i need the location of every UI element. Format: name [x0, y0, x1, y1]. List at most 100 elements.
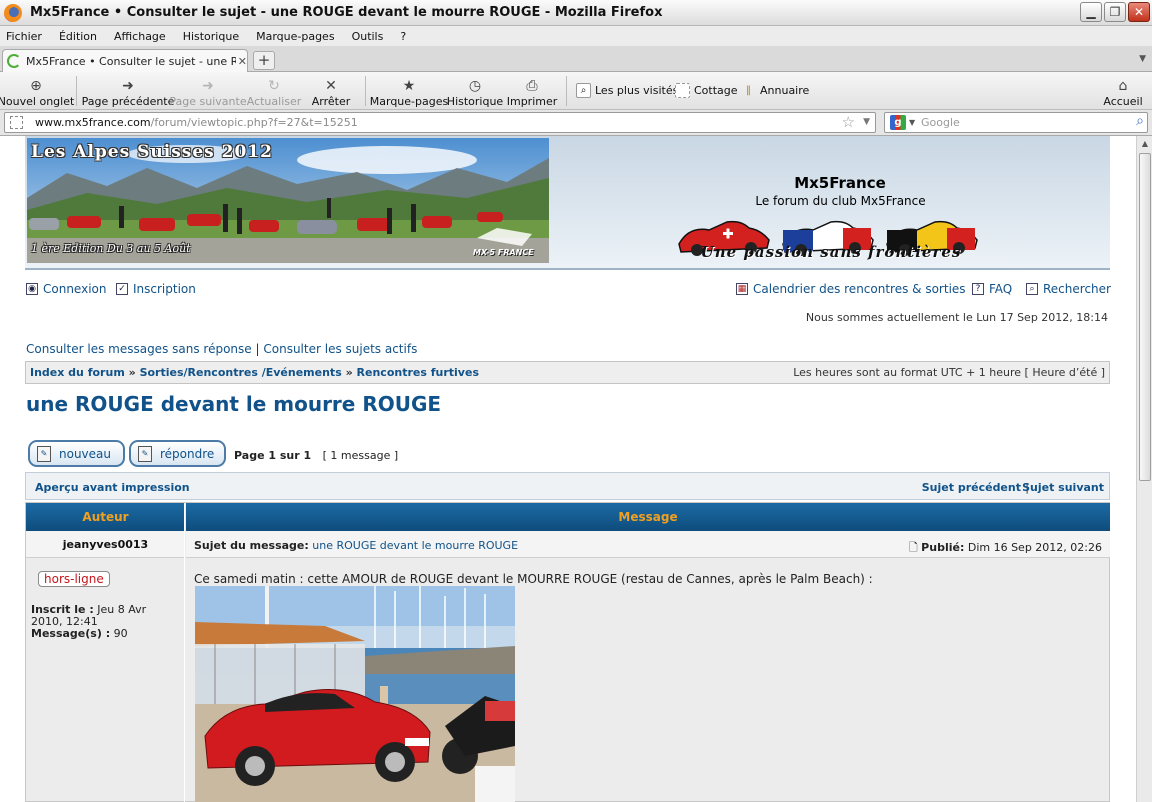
page-scrollbar[interactable]: ▲	[1136, 136, 1152, 802]
message-column-header: Message	[186, 503, 1110, 531]
quick-links: Consulter les messages sans réponse | Co…	[26, 342, 417, 356]
post-subject-link[interactable]: une ROUGE devant le mourre ROUGE	[312, 539, 518, 552]
menu-affichage[interactable]: Affichage	[114, 30, 166, 43]
close-window-button[interactable]: ✕	[1128, 2, 1150, 22]
previous-topic-link[interactable]: Sujet précédent	[922, 481, 1021, 494]
post-photo[interactable]	[195, 586, 515, 802]
loading-icon	[7, 54, 21, 68]
scrollbar-thumb[interactable]	[1139, 153, 1151, 481]
back-label: Page précédente	[81, 95, 175, 108]
menu-help[interactable]: ?	[400, 30, 406, 43]
menu-historique[interactable]: Historique	[183, 30, 239, 43]
messages-label: Message(s) :	[31, 627, 111, 640]
search-engine-dropdown-icon[interactable]: ▼	[909, 118, 915, 127]
calendar-icon: ▦	[736, 283, 748, 295]
back-button[interactable]: ➜ Page précédente	[82, 74, 175, 108]
message-count: [ 1 message ]	[322, 449, 399, 462]
home-label: Accueil	[1103, 95, 1143, 108]
site-name: Mx5France	[794, 174, 886, 192]
post-subject: Sujet du message: une ROUGE devant le mo…	[194, 539, 518, 552]
event-banner[interactable]: Les Alpes Suisses 2012 1 ère Edition Du …	[27, 138, 549, 263]
print-preview-link[interactable]: Aperçu avant impression	[35, 481, 190, 494]
login-label: Connexion	[43, 282, 107, 296]
new-topic-label: nouveau	[59, 446, 111, 461]
bookmark-star-icon[interactable]: ☆	[842, 113, 855, 131]
site-identity-icon[interactable]	[10, 116, 23, 129]
clock-icon: ◷	[468, 78, 482, 94]
print-label: Imprimer	[506, 95, 558, 108]
home-icon: ⌂	[1118, 78, 1128, 94]
banner-title: Les Alpes Suisses 2012	[31, 142, 273, 162]
menu-fichier[interactable]: Fichier	[6, 30, 42, 43]
tab-list-icon[interactable]: ▼	[1139, 54, 1146, 64]
post-date: 🗋 Publié: Dim 16 Sep 2012, 02:26	[909, 539, 1102, 558]
bookmark-label: Cottage	[694, 84, 738, 97]
offline-status-badge: hors-ligne	[38, 571, 110, 587]
window-titlebar: Mx5France • Consulter le sujet - une ROU…	[0, 0, 1152, 26]
search-bar[interactable]: g ▼ Google ⌕	[884, 112, 1148, 133]
bookmark-label: Annuaire	[760, 84, 810, 97]
tab-active[interactable]: Mx5France • Consulter le sujet - une ROU…	[2, 49, 248, 72]
post-header-row: Sujet du message: une ROUGE devant le mo…	[186, 531, 1110, 558]
timezone-info: Les heures sont au format UTC + 1 heure …	[793, 366, 1105, 379]
post-icon[interactable]: 🗋	[909, 541, 918, 554]
back-arrow-icon: ➜	[122, 78, 134, 94]
register-link[interactable]: ✓ Inscription	[116, 282, 196, 296]
search-icon: ⌕	[1026, 283, 1038, 295]
reply-button[interactable]: ✎ répondre	[129, 440, 226, 467]
calendar-link[interactable]: ▦ Calendrier des rencontres & sorties	[736, 282, 966, 296]
stop-label: Arrêter	[311, 95, 351, 108]
toolbar-separator	[566, 76, 567, 106]
minimize-button[interactable]: ▁	[1080, 2, 1102, 22]
bookmark-annuaire[interactable]: ‖ Annuaire	[741, 83, 809, 98]
menu-marque-pages[interactable]: Marque-pages	[256, 30, 334, 43]
bookmarks-button[interactable]: ★ Marque-pages	[369, 74, 449, 108]
reply-label: répondre	[160, 446, 215, 461]
url-dropdown-icon[interactable]: ▼	[863, 117, 870, 127]
forward-arrow-icon: ➜	[202, 78, 214, 94]
new-tab-button[interactable]: +	[253, 51, 275, 70]
breadcrumb-forum-index[interactable]: Index du forum	[30, 366, 125, 379]
login-icon: ◉	[26, 283, 38, 295]
history-label: Historique	[446, 95, 504, 108]
bookmark-most-visited[interactable]: ⌕ Les plus visités	[576, 83, 678, 98]
register-label: Inscription	[133, 282, 196, 296]
faq-label: FAQ	[989, 282, 1013, 296]
google-icon[interactable]: g	[890, 115, 906, 130]
menu-edition[interactable]: Édition	[59, 30, 97, 43]
new-tab-toolbar-button[interactable]: ⊕ Nouvel onglet	[0, 74, 74, 108]
home-button[interactable]: ⌂ Accueil	[1103, 74, 1143, 108]
unanswered-posts-link[interactable]: Consulter les messages sans réponse	[26, 342, 252, 356]
navigation-toolbar: ⊕ Nouvel onglet ➜ Page précédente ➜ Page…	[0, 72, 1152, 110]
topic-title[interactable]: une ROUGE devant le mourre ROUGE	[26, 392, 441, 416]
active-topics-link[interactable]: Consulter les sujets actifs	[263, 342, 417, 356]
url-bar[interactable]: www.mx5france.com/forum/viewtopic.php?f=…	[4, 112, 876, 133]
topic-action-bar: Aperçu avant impression Sujet précédent …	[25, 472, 1110, 500]
breadcrumb-category[interactable]: Sorties/Rencontres /Evénements	[140, 366, 342, 379]
url-text[interactable]: www.mx5france.com/forum/viewtopic.php?f=…	[35, 116, 358, 129]
menubar: Fichier Édition Affichage Historique Mar…	[0, 26, 1152, 46]
faq-link[interactable]: ? FAQ	[972, 282, 1012, 296]
breadcrumb-forum[interactable]: Rencontres furtives	[357, 366, 479, 379]
bookmark-cottage[interactable]: Cottage	[675, 83, 738, 98]
tab-close-icon[interactable]: ✕	[238, 55, 247, 68]
forward-button[interactable]: ➜ Page suivante	[169, 74, 246, 108]
stop-button[interactable]: ✕ Arrêter	[311, 74, 351, 108]
reload-button[interactable]: ↻ Actualiser	[247, 74, 302, 108]
history-button[interactable]: ◷ Historique	[446, 74, 504, 108]
search-icon[interactable]: ⌕	[1136, 113, 1144, 129]
new-topic-icon: ✎	[37, 445, 51, 462]
login-link[interactable]: ◉ Connexion	[26, 282, 107, 296]
bookmarks-label: Marque-pages	[369, 95, 449, 108]
menu-outils[interactable]: Outils	[352, 30, 384, 43]
next-topic-link[interactable]: Sujet suivant	[1022, 481, 1104, 494]
scroll-up-icon[interactable]: ▲	[1139, 137, 1151, 151]
current-date: Nous sommes actuellement le Lun 17 Sep 2…	[805, 311, 1108, 324]
new-topic-button[interactable]: ✎ nouveau	[28, 440, 125, 467]
search-link[interactable]: ⌕ Rechercher	[1026, 282, 1111, 296]
window-title: Mx5France • Consulter le sujet - une ROU…	[30, 5, 663, 20]
restore-button[interactable]: ❐	[1104, 2, 1126, 22]
print-button[interactable]: ⎙ Imprimer	[507, 74, 558, 108]
author-details: Inscrit le : Jeu 8 Avr 2010, 12:41 Messa…	[31, 604, 181, 640]
breadcrumb-trail: Index du forum » Sorties/Rencontres /Evé…	[30, 366, 479, 379]
